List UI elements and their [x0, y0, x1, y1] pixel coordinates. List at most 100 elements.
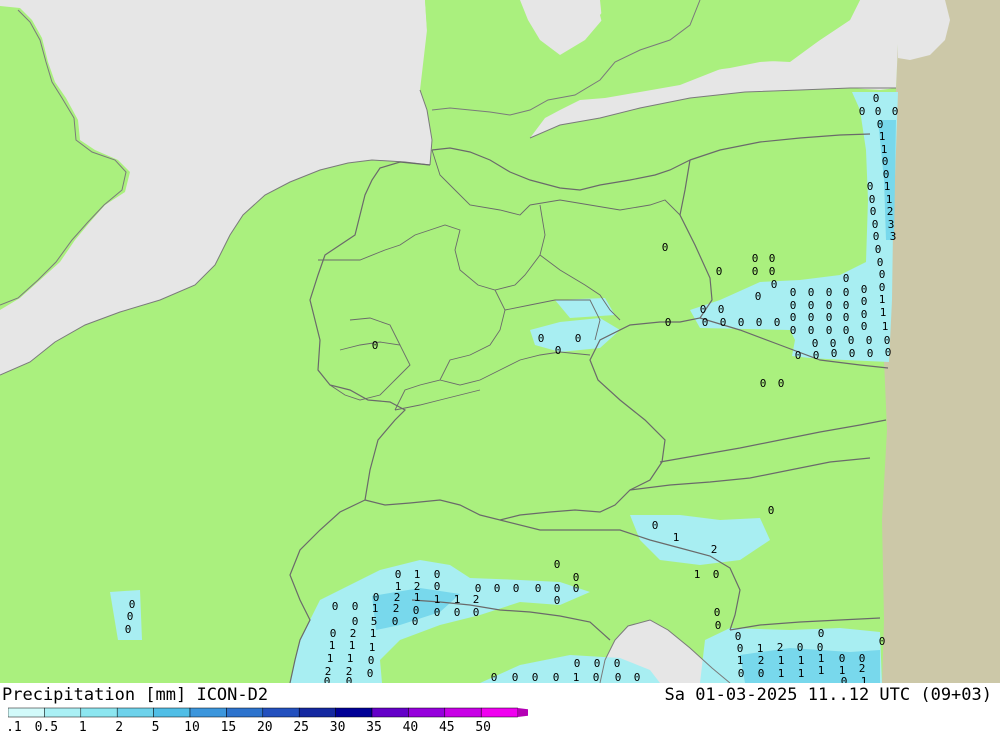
precip-value-label: 1	[798, 667, 805, 680]
precip-value-label: 1	[329, 639, 336, 652]
precip-value-label: 0	[665, 316, 672, 329]
precip-value-label: 0	[885, 346, 892, 359]
legend-swatches	[8, 707, 528, 718]
legend-swatch	[444, 707, 482, 718]
precip-value-label: 0	[594, 657, 601, 670]
precip-value-label: 0	[713, 568, 720, 581]
legend-swatch	[298, 707, 336, 718]
legend-swatch	[262, 707, 300, 718]
precip-value-label: 0	[826, 311, 833, 324]
precip-value-label: 0	[700, 303, 707, 316]
precip-value-label: 0	[843, 272, 850, 285]
legend-swatch	[371, 707, 409, 718]
precip-value-label: 0	[752, 265, 759, 278]
precip-value-label: 0	[875, 105, 882, 118]
precip-value-label: 0	[875, 243, 882, 256]
precip-value-label: 0	[768, 504, 775, 517]
legend-swatch	[153, 707, 191, 718]
legend-label: 5	[152, 720, 160, 733]
forecast-datetime: Sa 01-03-2025 11..12 UTC (09+03)	[664, 685, 992, 705]
precip-value-label: 2	[758, 654, 765, 667]
precip-value-label: 0	[614, 657, 621, 670]
map-title: Precipitation [mm] ICON-D2	[2, 685, 269, 705]
legend-label: 25	[293, 720, 309, 733]
precip-value-label: 0	[861, 295, 868, 308]
precip-value-label: 0	[434, 606, 441, 619]
legend-label: 50	[475, 720, 491, 733]
legend-overflow-arrow	[517, 708, 528, 717]
legend-swatch	[44, 707, 82, 718]
legend-swatch	[408, 707, 446, 718]
legend-label: 20	[257, 720, 273, 733]
precip-value-label: 0	[494, 582, 501, 595]
precip-value-label: 0	[720, 316, 727, 329]
precip-value-label: 0	[752, 252, 759, 265]
footer: Precipitation [mm] ICON-D2 Sa 01-03-2025…	[0, 683, 1000, 733]
precip-value-label: 0	[332, 600, 339, 613]
precip-value-label: 0	[790, 286, 797, 299]
legend-swatch	[226, 707, 264, 718]
precip-value-label: 0	[831, 347, 838, 360]
precip-value-label: 0	[532, 671, 539, 683]
precip-value-label: 0	[826, 286, 833, 299]
precip-value-label: 0	[412, 615, 419, 628]
precip-value-label: 1	[798, 654, 805, 667]
precip-value-label: 0	[873, 92, 880, 105]
precip-value-label: 2	[711, 543, 718, 556]
precip-value-label: 0	[738, 316, 745, 329]
precip-value-label: 1	[818, 664, 825, 677]
precip-value-label: 0	[593, 671, 600, 683]
precip-value-label: 1	[434, 593, 441, 606]
precip-value-label: 1	[414, 591, 421, 604]
precip-value-label: 2	[887, 205, 894, 218]
precip-value-label: 2	[473, 593, 480, 606]
precip-value-label: 3	[890, 230, 897, 243]
precip-value-label: 1	[879, 130, 886, 143]
precip-value-label: 0	[715, 619, 722, 632]
legend-swatch	[189, 707, 227, 718]
precip-value-label: 1	[861, 675, 868, 683]
precip-value-label: 0	[769, 265, 776, 278]
precip-value-label: 0	[714, 606, 721, 619]
legend-swatch	[116, 707, 154, 718]
precip-value-label: 0	[718, 303, 725, 316]
precip-value-label: 0	[574, 657, 581, 670]
precip-value-label: 0	[861, 320, 868, 333]
precip-value-label: 0	[790, 324, 797, 337]
precip-value-label: 0	[797, 641, 804, 654]
precip-value-label: 0	[774, 316, 781, 329]
precip-value-label: 2	[859, 662, 866, 675]
precip-value-label: 2	[777, 641, 784, 654]
precip-value-label: 0	[434, 580, 441, 593]
precip-value-label: 0	[554, 594, 561, 607]
precip-value-label: 2	[393, 602, 400, 615]
legend-swatch	[335, 707, 373, 718]
precip-value-label: 0	[870, 205, 877, 218]
precipitation-legend: 0.10.5125101520253035404550	[8, 707, 528, 733]
precip-value-label: 1	[778, 654, 785, 667]
precip-value-label: 1	[880, 306, 887, 319]
precip-value-label: 0	[882, 155, 889, 168]
precip-value-label: 0	[879, 635, 886, 648]
precip-value-label: 0	[738, 667, 745, 680]
legend-label: 2	[115, 720, 123, 733]
precip-value-label: 1	[347, 652, 354, 665]
precip-value-label: 0	[826, 324, 833, 337]
precip-value-label: 0	[535, 582, 542, 595]
precip-value-label: 0	[778, 377, 785, 390]
precip-value-label: 0	[769, 252, 776, 265]
legend-swatch	[80, 707, 118, 718]
precip-value-label: 0	[634, 671, 641, 683]
precip-value-label: 0	[575, 332, 582, 345]
precip-value-label: 0	[818, 627, 825, 640]
precip-value-label: 0	[892, 105, 899, 118]
precip-value-label: 0	[843, 311, 850, 324]
legend-label: 0.1	[8, 720, 22, 733]
precip-value-label: 0	[555, 344, 562, 357]
precip-value-label: 0	[491, 671, 498, 683]
precip-value-label: 0	[392, 615, 399, 628]
precip-value-label: 0	[848, 334, 855, 347]
legend-label: 0.5	[35, 720, 58, 733]
precip-value-label: 0	[867, 347, 874, 360]
precip-value-label: 0	[771, 278, 778, 291]
